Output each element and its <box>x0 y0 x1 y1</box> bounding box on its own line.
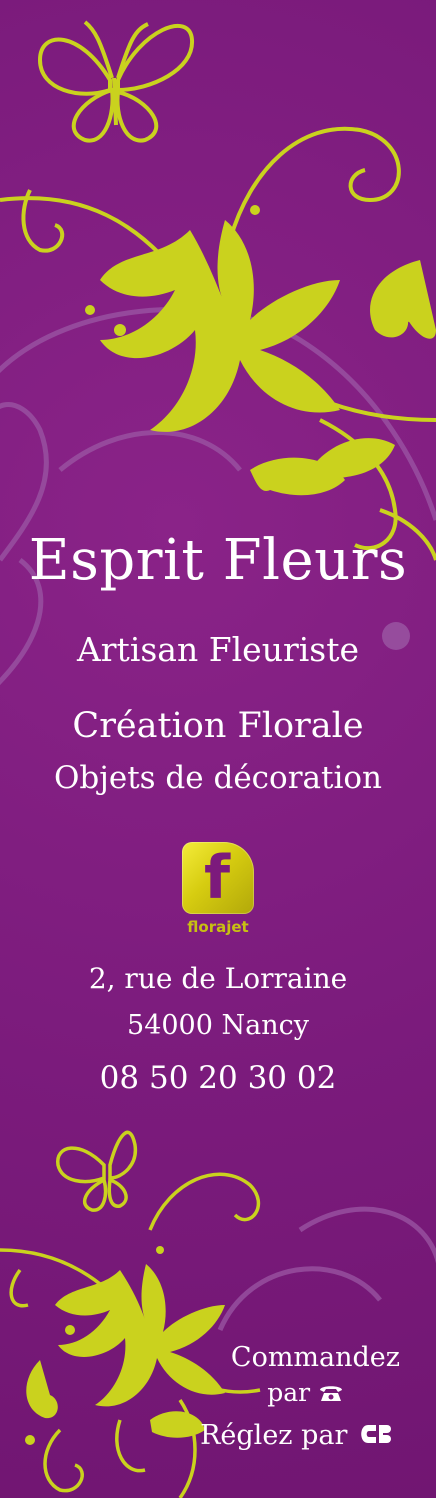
pay-by-card: Réglez par <box>150 1420 400 1452</box>
carte-bancaire-icon <box>356 1421 400 1452</box>
butterfly-top <box>37 20 195 143</box>
shop-name: Esprit Fleurs <box>28 528 408 593</box>
service-item: Objets de décoration <box>54 760 382 796</box>
shop-tagline: Artisan Fleuriste <box>76 630 360 669</box>
order-line: Commandez <box>230 1342 400 1373</box>
butterfly-bottom <box>56 1130 138 1212</box>
florajet-logo-mark: f <box>182 842 254 914</box>
address-street: 2, rue de Lorraine <box>88 962 348 995</box>
flyer: Esprit Fleurs Artisan Fleuriste Création… <box>0 0 436 1498</box>
order-by-label: par <box>267 1378 311 1407</box>
phone-number: 08 50 20 30 02 <box>99 1060 337 1096</box>
florajet-wordmark: florajet <box>187 918 249 936</box>
address-city: 54000 Nancy <box>127 1010 309 1041</box>
florajet-logo: f florajet <box>178 842 258 942</box>
order-by-phone: par <box>267 1378 344 1409</box>
telephone-icon <box>318 1380 344 1409</box>
service-item: Création Florale <box>72 706 364 746</box>
florajet-logo-letter: f <box>204 843 231 913</box>
floral-decoration <box>0 20 436 1498</box>
flower-top <box>85 205 436 496</box>
pay-by-label: Réglez par <box>200 1420 348 1451</box>
